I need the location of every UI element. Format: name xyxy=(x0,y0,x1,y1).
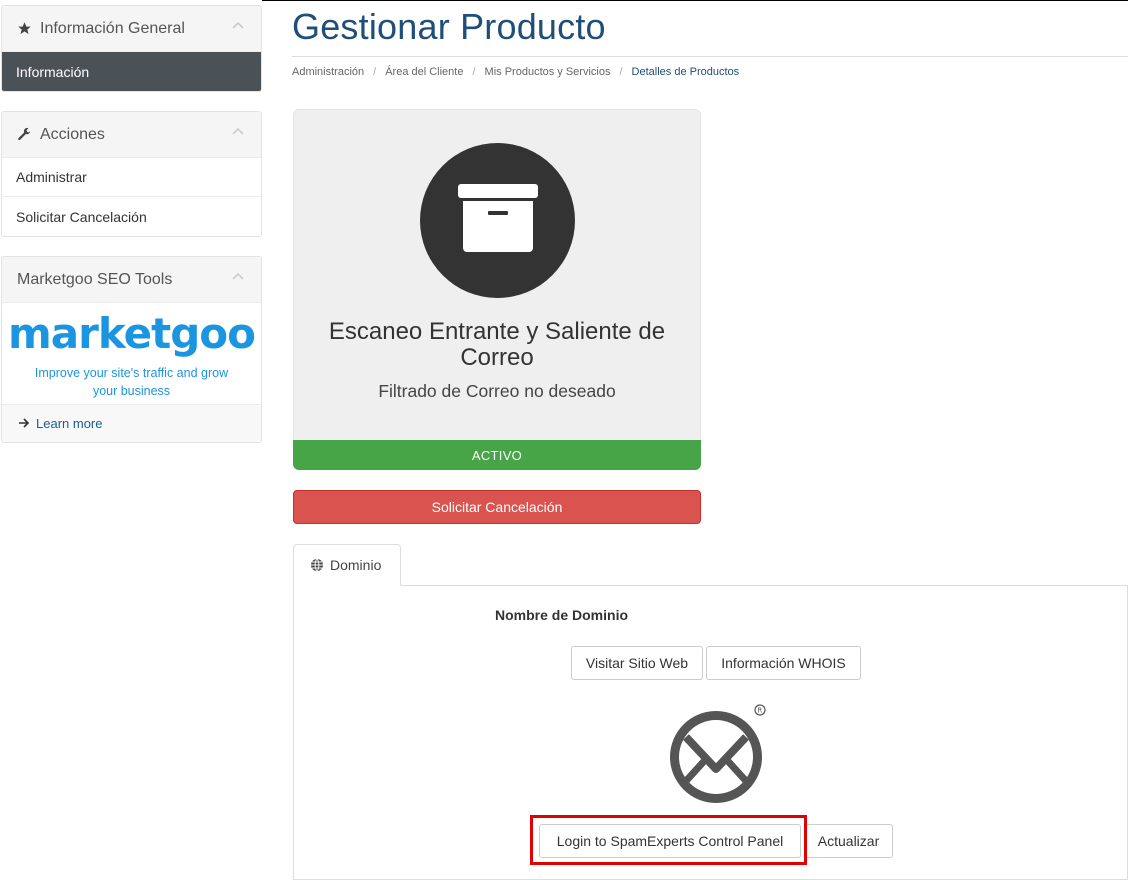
breadcrumb-mis-productos[interactable]: Mis Productos y Servicios xyxy=(485,66,611,78)
highlight-box xyxy=(530,815,807,865)
arrow-right-icon xyxy=(18,416,30,432)
learn-more-link[interactable]: Learn more xyxy=(2,405,261,442)
tab-dominio-label: Dominio xyxy=(330,557,382,573)
marketgoo-panel-title: Marketgoo SEO Tools xyxy=(17,270,173,288)
visit-website-button[interactable]: Visitar Sitio Web xyxy=(571,646,703,680)
title-divider xyxy=(292,56,1128,57)
breadcrumb-separator: / xyxy=(373,66,377,78)
info-panel-title: Información General xyxy=(40,19,185,37)
page-title: Gestionar Producto xyxy=(292,6,606,47)
wrench-icon xyxy=(16,127,32,143)
actions-panel-header[interactable]: Acciones xyxy=(2,112,261,158)
marketgoo-panel: Marketgoo SEO Tools marketgoo Improve yo… xyxy=(1,256,262,443)
star-icon xyxy=(16,21,32,37)
tab-dominio[interactable]: Dominio xyxy=(293,544,401,586)
sidebar-item-solicitar-cancelacion[interactable]: Solicitar Cancelación xyxy=(2,197,261,236)
svg-text:R: R xyxy=(757,707,762,715)
breadcrumb-separator: / xyxy=(472,66,476,78)
actions-panel-title: Acciones xyxy=(40,125,105,143)
request-cancellation-button[interactable]: Solicitar Cancelación xyxy=(293,490,701,524)
learn-more-label: Learn more xyxy=(36,416,103,431)
product-name: Escaneo Entrante y Saliente de Correo xyxy=(328,318,666,371)
breadcrumb-separator: / xyxy=(619,66,623,78)
sidebar-item-informacion[interactable]: Información xyxy=(2,52,261,91)
product-card: Escaneo Entrante y Saliente de Correo Fi… xyxy=(293,109,701,470)
sidebar-item-administrar[interactable]: Administrar xyxy=(2,158,261,197)
marketgoo-tagline: Improve your site's traffic and grow you… xyxy=(34,366,229,398)
archive-box-icon xyxy=(420,143,575,298)
domain-name-label: Nombre de Dominio xyxy=(495,607,629,623)
actions-panel: Acciones Administrar Solicitar Cancelaci… xyxy=(1,111,262,237)
marketgoo-promo[interactable]: marketgoo Improve your site's traffic an… xyxy=(2,303,261,405)
breadcrumb-current: Detalles de Productos xyxy=(631,66,740,78)
whois-info-button[interactable]: Información WHOIS xyxy=(706,646,861,680)
status-badge: ACTIVO xyxy=(293,440,701,470)
breadcrumb-area-cliente[interactable]: Área del Cliente xyxy=(385,66,463,78)
tab-bar: Dominio xyxy=(293,544,1128,586)
top-border xyxy=(262,0,1128,1)
spamexperts-logo-icon: R xyxy=(664,703,770,809)
breadcrumb-administracion[interactable]: Administración xyxy=(292,66,364,78)
marketgoo-logo: marketgoo xyxy=(8,309,256,358)
marketgoo-panel-header[interactable]: Marketgoo SEO Tools xyxy=(2,257,261,303)
chevron-up-icon[interactable] xyxy=(231,270,247,286)
breadcrumb: Administración / Área del Cliente / Mis … xyxy=(292,66,739,78)
globe-icon xyxy=(310,558,324,572)
chevron-up-icon[interactable] xyxy=(231,19,247,35)
product-group: Filtrado de Correo no deseado xyxy=(378,381,616,401)
info-panel: Información General Información xyxy=(1,5,262,92)
update-button[interactable]: Actualizar xyxy=(804,824,893,858)
product-details: Escaneo Entrante y Saliente de Correo Fi… xyxy=(293,109,701,440)
chevron-up-icon[interactable] xyxy=(231,125,247,141)
info-panel-header[interactable]: Información General xyxy=(2,6,261,52)
